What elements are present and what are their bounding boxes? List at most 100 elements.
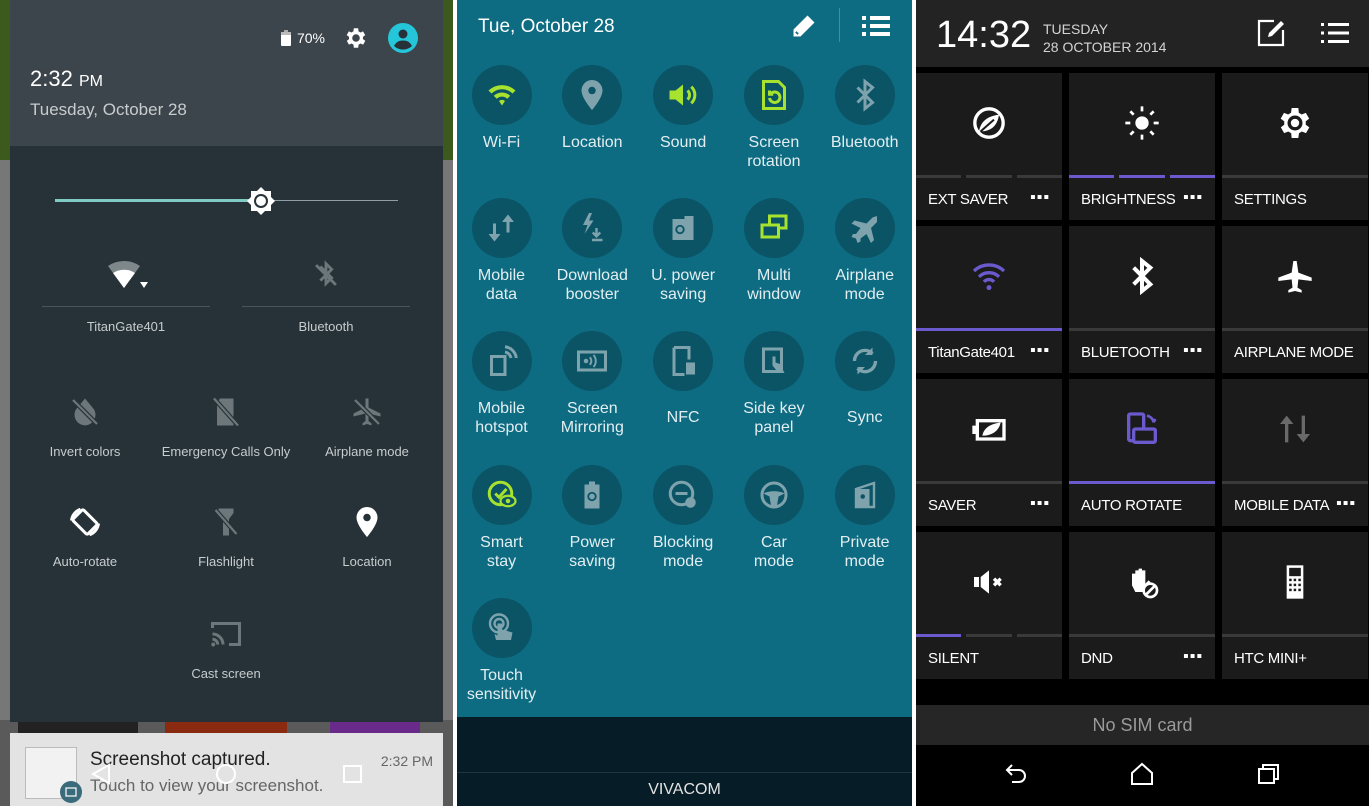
tile-bluetooth[interactable]: Bluetooth bbox=[242, 258, 410, 334]
tile-dnd[interactable]: DND ▪▪▪ bbox=[1069, 532, 1215, 679]
tile-label-line1: U. power bbox=[651, 267, 716, 284]
more-options-button[interactable]: ▪▪▪ bbox=[1030, 342, 1050, 360]
tile-label-line2: panel bbox=[754, 419, 794, 436]
tile-smart-stay[interactable]: Smart stay bbox=[457, 465, 547, 571]
tile-label: Emergency Calls Only bbox=[161, 444, 291, 459]
tile-private-mode[interactable]: Private mode bbox=[819, 465, 910, 571]
tile-label: BRIGHTNESS bbox=[1081, 191, 1176, 208]
tile-screen-rotation[interactable]: Screen rotation bbox=[728, 65, 819, 171]
clock-ampm: PM bbox=[78, 73, 103, 90]
tile-flashlight[interactable]: Flashlight bbox=[156, 504, 296, 569]
edit-icon[interactable] bbox=[1256, 18, 1286, 48]
tile-emergency-calls[interactable]: Emergency Calls Only bbox=[156, 394, 296, 459]
tile-status-bar bbox=[1069, 481, 1215, 484]
tile-saver[interactable]: SAVER ▪▪▪ bbox=[916, 379, 1062, 526]
more-options-button[interactable]: ▪▪▪ bbox=[1183, 342, 1203, 360]
battery-icon bbox=[280, 30, 291, 46]
tile-bluetooth[interactable]: Bluetooth bbox=[819, 65, 910, 152]
brightness-slider-track bbox=[261, 200, 398, 201]
tile-label-line1: Download bbox=[556, 267, 628, 284]
bluetooth-label: Bluetooth bbox=[298, 319, 354, 334]
tile-nfc[interactable]: NFC bbox=[638, 331, 729, 427]
tile-label: Airplane mode bbox=[325, 444, 409, 459]
tile-label-line1: Touch bbox=[480, 667, 523, 684]
tile-mobile-hotspot[interactable]: Mobile hotspot bbox=[457, 331, 547, 437]
tile-cast-screen[interactable]: Cast screen bbox=[156, 616, 296, 681]
tile-status-bar bbox=[1222, 634, 1368, 637]
tile-car-mode[interactable]: Car mode bbox=[728, 465, 819, 571]
tile-side-key-panel[interactable]: Side key panel bbox=[728, 331, 819, 437]
tile-label: AIRPLANE MODE bbox=[1234, 344, 1354, 361]
tile-sound[interactable]: Sound bbox=[638, 65, 729, 152]
list-view-icon[interactable] bbox=[862, 14, 890, 38]
tile-label: Auto-rotate bbox=[52, 554, 118, 569]
tile-blocking-mode[interactable]: Blocking mode bbox=[638, 465, 729, 571]
recents-icon[interactable] bbox=[342, 763, 364, 785]
more-options-button[interactable]: ▪▪▪ bbox=[1030, 495, 1050, 513]
tile-label: SAVER bbox=[928, 497, 977, 514]
tile-airplane-mode[interactable]: AIRPLANE MODE bbox=[1222, 226, 1368, 373]
tile-label-line1: Wi-Fi bbox=[482, 134, 521, 151]
tile-label-line2: mode bbox=[753, 553, 794, 570]
tile-brightness[interactable]: BRIGHTNESS ▪▪▪ bbox=[1069, 73, 1215, 220]
more-options-button[interactable]: ▪▪▪ bbox=[1183, 648, 1203, 666]
tile-download-booster[interactable]: Download booster bbox=[547, 198, 638, 304]
tile-settings[interactable]: SETTINGS bbox=[1222, 73, 1368, 220]
no-sim-icon bbox=[212, 397, 240, 427]
tile-power-saving[interactable]: Power saving bbox=[547, 465, 638, 571]
brightness-slider[interactable] bbox=[55, 187, 398, 215]
tile-label: DND bbox=[1081, 650, 1113, 667]
tile-screen-mirroring[interactable]: Screen Mirroring bbox=[547, 331, 638, 437]
tile-status-bar bbox=[1069, 175, 1215, 178]
tile-location[interactable]: Location bbox=[547, 65, 638, 152]
tile-label: Flashlight bbox=[198, 554, 254, 569]
tile-mobile-data[interactable]: Mobile data bbox=[457, 198, 547, 304]
tile-airplane-mode[interactable]: Airplane mode bbox=[297, 394, 437, 459]
recents-icon[interactable] bbox=[1256, 762, 1282, 786]
tile-mobile-data[interactable]: MOBILE DATA ▪▪▪ bbox=[1222, 379, 1368, 526]
tile-titangate401[interactable]: TitanGate401 ▪▪▪ bbox=[916, 226, 1062, 373]
tile-bluetooth[interactable]: BLUETOOTH ▪▪▪ bbox=[1069, 226, 1215, 373]
tile-circle bbox=[743, 331, 804, 391]
tile-wifi[interactable]: TitanGate401 bbox=[42, 258, 210, 334]
tile-invert-colors[interactable]: Invert colors bbox=[15, 394, 155, 459]
home-icon[interactable] bbox=[215, 763, 237, 785]
tile-circle bbox=[471, 598, 532, 658]
home-icon[interactable] bbox=[1129, 762, 1155, 786]
more-options-button[interactable]: ▪▪▪ bbox=[1030, 189, 1050, 207]
tile-ext-saver[interactable]: EXT SAVER ▪▪▪ bbox=[916, 73, 1062, 220]
tile-u-power-saving[interactable]: U. power saving bbox=[638, 198, 729, 304]
tile-status-bar bbox=[916, 175, 1062, 178]
more-options-button[interactable]: ▪▪▪ bbox=[1336, 495, 1356, 513]
tile-touch-sensitivity[interactable]: Touch sensitivity bbox=[457, 598, 547, 704]
back-icon[interactable] bbox=[1004, 762, 1030, 786]
tile-location[interactable]: Location bbox=[297, 504, 437, 569]
tile-label: Download booster bbox=[547, 266, 638, 304]
mobile-hotspot-icon bbox=[489, 345, 518, 376]
tile-auto-rotate[interactable]: Auto-rotate bbox=[15, 504, 155, 569]
tile-airplane-mode[interactable]: Airplane mode bbox=[819, 198, 910, 304]
more-options-button[interactable]: ▪▪▪ bbox=[1183, 189, 1203, 207]
tile-wi-fi[interactable]: Wi-Fi bbox=[457, 65, 547, 152]
tile-htc-mini-[interactable]: HTC MINI+ bbox=[1222, 532, 1368, 679]
list-view-icon[interactable] bbox=[1321, 22, 1349, 44]
tile-label-line2: saving bbox=[569, 553, 616, 570]
tile-label-line2: window bbox=[747, 286, 801, 303]
brightness-thumb-icon[interactable] bbox=[246, 186, 276, 216]
tile-auto-rotate[interactable]: AUTO ROTATE bbox=[1069, 379, 1215, 526]
tile-multi-window[interactable]: Multi window bbox=[728, 198, 819, 304]
brightness-icon bbox=[1125, 106, 1159, 140]
tile-sync[interactable]: Sync bbox=[819, 331, 910, 427]
tile-status-bar bbox=[916, 328, 1062, 331]
screen-rotation-icon bbox=[761, 80, 786, 110]
wifi-network-name: TitanGate401 bbox=[86, 319, 166, 334]
back-icon[interactable] bbox=[90, 763, 112, 785]
settings-gear-icon[interactable] bbox=[343, 25, 369, 51]
quick-settings-panel: TitanGate401 Bluetooth Invert colors Eme… bbox=[10, 146, 443, 722]
full-date: 28 OCTOBER 2014 bbox=[1043, 39, 1167, 55]
sim-status: No SIM card bbox=[1092, 715, 1193, 735]
tile-label: SETTINGS bbox=[1234, 191, 1307, 208]
tile-silent[interactable]: SILENT bbox=[916, 532, 1062, 679]
edit-pencil-icon[interactable] bbox=[790, 12, 818, 40]
user-avatar-icon[interactable] bbox=[387, 22, 419, 54]
